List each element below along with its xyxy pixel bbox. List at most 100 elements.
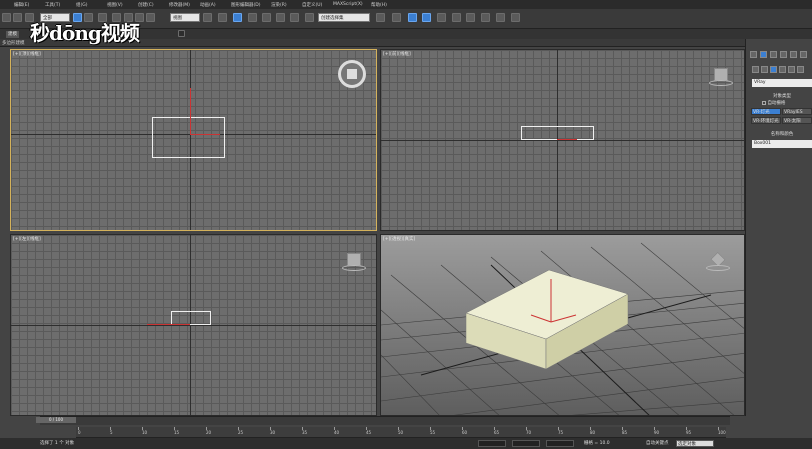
box-3d[interactable]	[465, 269, 629, 370]
hierarchy-tab-icon[interactable]	[770, 51, 777, 58]
menu-rendering[interactable]: 渲染(R)	[271, 2, 302, 8]
transform-gizmo-x	[147, 324, 190, 325]
named-selection-set-select[interactable]: 创建选择集	[318, 13, 370, 22]
scale-icon[interactable]	[146, 13, 155, 22]
ruler-tick-label: 20	[206, 430, 212, 435]
ruler-tick-label: 85	[622, 430, 628, 435]
z-coordinate-field[interactable]	[546, 440, 574, 447]
space-warps-icon[interactable]	[797, 66, 804, 73]
box-top-view[interactable]	[152, 117, 225, 158]
edit-named-selection-icon[interactable]	[305, 13, 314, 22]
viewport-label[interactable]: [+][左][线框]	[13, 236, 41, 242]
percent-snap-icon[interactable]	[276, 13, 285, 22]
viewport-top[interactable]: [+][顶][线框]	[10, 49, 377, 231]
ruler-tick-label: 60	[462, 430, 468, 435]
vray-ies-button[interactable]: VRayIES	[782, 108, 812, 115]
box-front-view[interactable]	[521, 126, 594, 140]
select-manipulate-icon[interactable]	[218, 13, 227, 22]
auto-key-label[interactable]: 自动关键点	[646, 440, 669, 446]
render-production-icon[interactable]	[511, 13, 520, 22]
steering-wheel-icon[interactable]	[338, 60, 366, 88]
material-editor-icon[interactable]	[466, 13, 475, 22]
keyboard-shortcut-icon[interactable]	[233, 13, 242, 22]
menu-edit[interactable]: 编辑(E)	[14, 2, 45, 8]
checkbox-icon[interactable]	[762, 100, 766, 105]
time-slider[interactable]: 0 / 100	[36, 417, 76, 423]
ruler-tick-label: 45	[366, 430, 372, 435]
ribbon-toggle-icon[interactable]	[178, 30, 185, 37]
angle-snap-icon[interactable]	[262, 13, 271, 22]
curve-editor-icon[interactable]	[437, 13, 446, 22]
menu-view[interactable]: 视图(V)	[107, 2, 138, 8]
vr-light-button[interactable]: VR-灯光	[751, 108, 781, 115]
menu-modifiers[interactable]: 修改器(M)	[169, 2, 200, 8]
menu-customize[interactable]: 自定义(U)	[302, 2, 333, 8]
ruler-tick-label: 0	[78, 430, 81, 435]
modify-tab-icon[interactable]	[760, 51, 767, 58]
reference-coord-select[interactable]: 视图	[170, 13, 200, 22]
y-coordinate-field[interactable]	[512, 440, 540, 447]
menu-maxscript[interactable]: MAXScript(X)	[333, 2, 371, 7]
auto-grid-label: 自动栅格	[767, 101, 786, 106]
grid-status: 栅格 = 10.0	[584, 441, 610, 446]
ruler-tick-label: 90	[654, 430, 660, 435]
viewcube-ring[interactable]	[709, 80, 733, 86]
viewport-perspective[interactable]: [+][透视][真实]	[380, 234, 745, 416]
geometry-icon[interactable]	[752, 66, 759, 73]
x-coordinate-field[interactable]	[478, 440, 506, 447]
display-tab-icon[interactable]	[790, 51, 797, 58]
menu-animation[interactable]: 动画(A)	[200, 2, 231, 8]
time-slider-track[interactable]	[40, 416, 730, 425]
ruler-tick-label: 40	[334, 430, 340, 435]
layer-manager-icon[interactable]	[408, 13, 417, 22]
ruler-tick-label: 95	[686, 430, 692, 435]
status-bar: 选择了 1 个 对象 栅格 = 10.0 自动关键点 选定对象	[0, 438, 812, 449]
auto-grid-checkbox[interactable]: 自动栅格	[762, 100, 812, 106]
vr-sun-button[interactable]: VR-太阳	[782, 117, 812, 124]
viewcube-ring[interactable]	[706, 265, 730, 271]
schematic-view-icon[interactable]	[452, 13, 461, 22]
shapes-icon[interactable]	[761, 66, 768, 73]
menu-group[interactable]: 组(G)	[76, 2, 107, 8]
utilities-tab-icon[interactable]	[800, 51, 807, 58]
renderer-category-select[interactable]: VRay	[752, 79, 812, 87]
rendered-frame-icon[interactable]	[496, 13, 505, 22]
viewport-front[interactable]: [+][前][线框]	[380, 49, 745, 231]
render-setup-icon[interactable]	[481, 13, 490, 22]
viewcube-ring[interactable]	[342, 265, 366, 271]
menu-tools[interactable]: 工具(T)	[45, 2, 76, 8]
watermark-logo: 秒dōng视频	[30, 21, 140, 45]
menu-create[interactable]: 创建(C)	[138, 2, 169, 8]
pivot-center-icon[interactable]	[203, 13, 212, 22]
mirror-icon[interactable]	[376, 13, 385, 22]
undo-icon[interactable]	[2, 13, 11, 22]
track-bar[interactable]: 0 5 10 15 20 25 30 35 40 45 50 55 60 65 70 75 80 85 90 95 10…	[76, 427, 726, 438]
viewport-label[interactable]: [+][顶][线框]	[13, 51, 41, 57]
menu-graph-editors[interactable]: 图形编辑器(D)	[231, 2, 271, 8]
align-icon[interactable]	[392, 13, 401, 22]
object-name-field[interactable]: Box001	[752, 140, 812, 148]
menu-help[interactable]: 帮助(H)	[371, 2, 402, 8]
name-color-header[interactable]: 名称和颜色	[752, 131, 812, 137]
graphite-ribbon-icon[interactable]	[422, 13, 431, 22]
snap-toggle-icon[interactable]	[248, 13, 257, 22]
vr-ambient-light-button[interactable]: VR-环境灯光	[751, 117, 781, 124]
grid-axis-vertical	[557, 50, 558, 230]
box-left-view[interactable]	[171, 311, 211, 325]
helpers-icon[interactable]	[788, 66, 795, 73]
ribbon-panel-label[interactable]: 多边形建模	[2, 40, 25, 46]
key-filter-select[interactable]: 选定对象	[676, 440, 714, 447]
viewport-left[interactable]: [+][左][线框]	[10, 234, 377, 416]
spinner-snap-icon[interactable]	[290, 13, 299, 22]
create-tab-icon[interactable]	[750, 51, 757, 58]
grid-axis-vertical	[190, 235, 191, 415]
motion-tab-icon[interactable]	[780, 51, 787, 58]
viewport-label[interactable]: [+][前][线框]	[383, 51, 411, 57]
redo-icon[interactable]	[13, 13, 22, 22]
lights-icon[interactable]	[770, 66, 777, 73]
ruler-tick-label: 15	[174, 430, 180, 435]
transform-gizmo-y	[190, 88, 191, 134]
object-type-header[interactable]: 对象类型	[752, 93, 812, 99]
cameras-icon[interactable]	[779, 66, 786, 73]
tab-modeling[interactable]: 建模	[6, 31, 19, 38]
